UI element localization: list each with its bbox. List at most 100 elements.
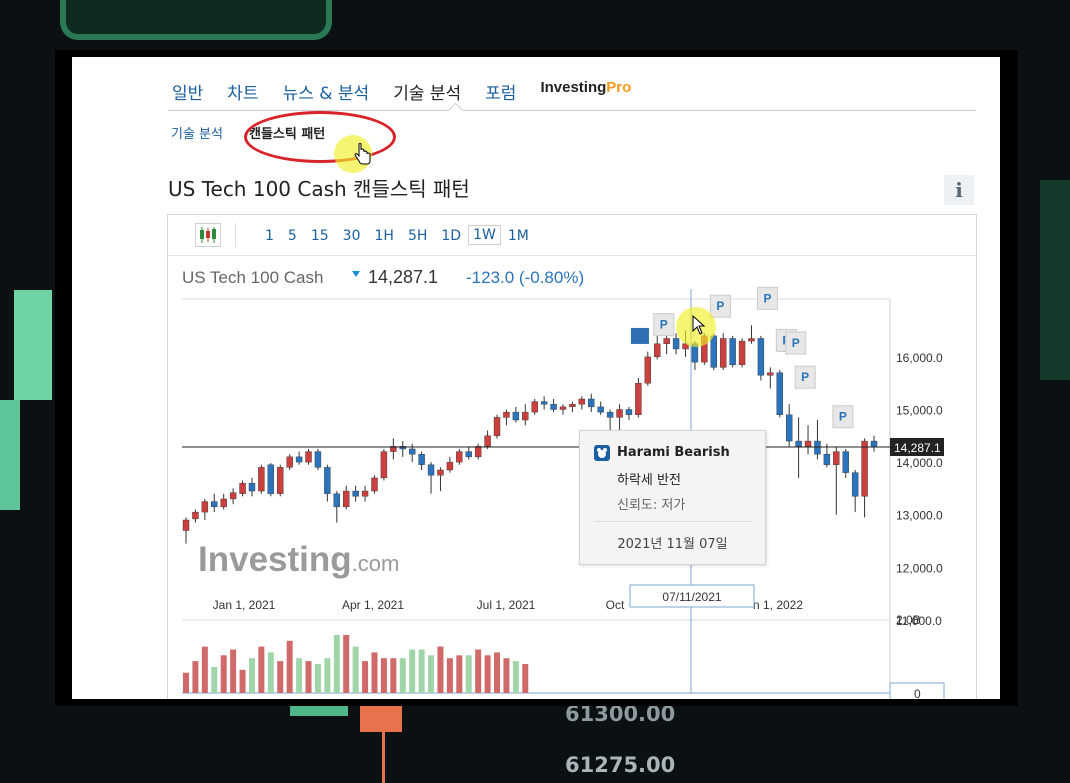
volume-bar [267,652,274,693]
pattern-marker-label: P [792,336,800,350]
tab-general[interactable]: 일반 [172,79,203,104]
pattern-tooltip: Harami Bearish 하락세 반전 신뢰도: 저가 2021년 11월 … [579,430,766,565]
candle-body [729,338,736,365]
candle-body [201,501,209,513]
candle-body [512,411,520,421]
candle-body [229,492,237,500]
candle-body [484,435,491,447]
background-number: 61275.00 [565,753,676,777]
candle-body [248,482,256,492]
volume-bar [183,672,189,693]
hand-cursor-icon [354,143,371,165]
reliability-label: 신뢰도: [617,498,662,513]
background-candle [14,290,52,400]
candle-body [456,451,463,463]
volume-bar [437,646,444,693]
dropdown-triangle-icon [352,271,360,277]
tab-investing-pro[interactable]: InvestingPro [540,79,631,104]
candle-body [474,446,482,458]
candle-body [437,469,444,476]
subtab-technical[interactable]: 기술 분석 [171,123,223,142]
x-tick-label: Oct [606,598,625,612]
quote-price: 14,287.1 [368,267,438,287]
volume-bar [380,658,387,693]
candle-body [569,404,576,408]
candle-body [804,440,812,447]
volume-bar [258,646,265,693]
info-icon[interactable]: i [944,175,974,205]
candle-body [785,414,793,442]
y-tick-label: 13,000.0 [896,509,943,523]
pattern-marker-label: P [839,410,847,424]
volume-bar [248,658,255,693]
y-tick-label: 15,000.0 [896,403,943,417]
candle-body [343,490,350,508]
candle-body [380,451,388,479]
volume-bar [286,640,293,693]
candle-body [522,411,529,421]
candle-body [870,440,878,448]
volume-bar [277,661,284,693]
candle-body [757,338,765,376]
watermark-suffix: .com [352,551,400,576]
reliability-value: 저가 [661,498,686,513]
pattern-marker-label: P [660,318,668,332]
volume-bar [475,649,482,693]
x-tick-label: Jul 1, 2021 [477,598,536,612]
volume-bar [343,635,350,693]
tab-chart[interactable]: 차트 [227,79,258,104]
tooltip-divider [594,521,752,522]
tab-technical-analysis[interactable]: 기술 분석 [393,79,461,104]
candle-body [267,464,275,494]
tab-news-analysis[interactable]: 뉴스 & 분석 [283,79,370,104]
volume-bar [494,652,501,693]
volume-bar [352,646,359,693]
candle-body [220,498,227,508]
chart-widget: 1 5 15 30 1H 5H 1D 1W 1M US Tech 100 Cash 14,287.… [167,214,977,699]
x-tick-label: Jan 1, 2021 [213,598,276,612]
background-wick [382,732,385,783]
page-title: US Tech 100 Cash 캔들스틱 패턴 [168,177,470,201]
background-glow [60,0,332,40]
candle-body [531,401,538,413]
candle-body [305,451,312,463]
candle-body [550,404,557,410]
investing-watermark: Investing.com [198,540,399,579]
candle-body [295,456,303,463]
pattern-reliability: 신뢰도: 저가 [617,494,685,513]
quote-change: -123.0 (-0.80%) [466,268,584,287]
x-tick-label: Apr 1, 2021 [342,598,404,612]
candle-body [597,406,604,413]
volume-bar [371,652,378,693]
volume-bar [192,661,199,693]
candle-body [352,490,359,497]
watermark-brand: Investing [198,540,352,579]
pro-suffix: Pro [606,79,632,96]
candle-body [427,464,435,476]
volume-axis-top: 2.0B [896,613,921,627]
volume-bar [305,661,312,693]
volume-bar [324,658,331,693]
pattern-marker-label: P [716,299,724,313]
volume-bar [314,664,321,693]
bear-glyph [597,448,607,458]
volume-bar [409,649,416,693]
tab-forum[interactable]: 포럼 [485,79,516,104]
candle-body [767,372,774,376]
candle-body [559,406,567,410]
pattern-marker-label: P [763,291,771,305]
active-tab-notch [447,102,464,119]
candle-body [833,451,840,465]
candle-body [663,338,670,344]
candle-body [211,501,218,508]
volume-bar [503,658,510,693]
volume-bar [456,655,463,693]
candle-body [182,519,190,531]
candle-body [635,382,642,415]
candle-body [795,440,802,447]
pattern-type: 하락세 반전 [617,473,681,488]
candle-body [258,467,265,492]
volume-bar [446,658,453,693]
candle-body [286,456,293,468]
volume-bar [390,658,397,693]
